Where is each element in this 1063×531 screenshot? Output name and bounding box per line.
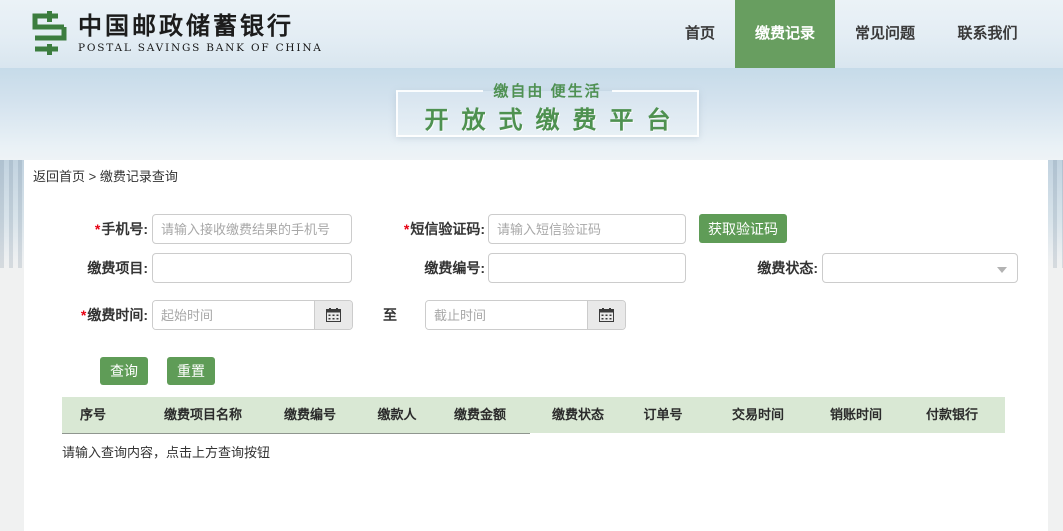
banner-legend-line-left xyxy=(396,90,483,92)
table-column-header: 缴费状态 xyxy=(552,397,604,433)
form-row-project-billno-status: 缴费项目: 缴费编号: 缴费状态: xyxy=(24,253,1048,283)
search-button[interactable]: 查询 xyxy=(100,357,148,385)
empty-state-message: 请输入查询内容，点击上方查询按钮 xyxy=(62,442,270,461)
results-table-header: 序号 缴费项目名称 缴费编号 缴款人 缴费金额 缴费状态 订单号 交易时间 销账时间 付款银行 xyxy=(62,397,1005,433)
phone-input[interactable] xyxy=(152,214,352,244)
nav-item[interactable]: 首页 xyxy=(665,0,735,68)
bank-name-cn: 中国邮政储蓄银行 xyxy=(78,13,323,39)
banner-legend-line-right xyxy=(612,90,699,92)
form-row-time: *缴费时间: 至 xyxy=(24,300,1048,330)
table-column-header: 销账时间 xyxy=(830,397,882,433)
nav-item[interactable]: 缴费记录 xyxy=(735,0,835,68)
reset-button[interactable]: 重置 xyxy=(167,357,215,385)
end-time-input[interactable] xyxy=(426,301,587,329)
banner-slogan-text: 缴自由 便生活 xyxy=(483,80,611,101)
status-label: 缴费状态: xyxy=(678,253,818,283)
table-column-header: 缴费项目名称 xyxy=(164,397,242,433)
bank-logo[interactable]: 中国邮政储蓄银行 POSTAL SAVINGS BANK OF CHINA xyxy=(28,11,323,55)
project-input[interactable] xyxy=(152,253,352,283)
required-asterisk: * xyxy=(81,307,86,323)
sms-code-label-text: 短信验证码: xyxy=(410,221,485,237)
required-asterisk: * xyxy=(95,221,100,237)
bill-no-input[interactable] xyxy=(488,253,686,283)
nav-item[interactable]: 联系我们 xyxy=(935,0,1040,68)
table-column-header: 交易时间 xyxy=(732,397,784,433)
get-sms-code-button[interactable]: 获取验证码 xyxy=(699,214,787,243)
top-header: 中国邮政储蓄银行 POSTAL SAVINGS BANK OF CHINA 首页… xyxy=(0,0,1063,68)
time-label: *缴费时间: xyxy=(24,300,148,330)
form-row-phone-sms: *手机号: *短信验证码: 获取验证码 xyxy=(24,214,1048,244)
start-time-group xyxy=(152,300,353,330)
hero-banner: 缴自由 便生活 开放式缴费平台 xyxy=(0,68,1063,160)
breadcrumb-current: 缴费记录查询 xyxy=(100,169,178,184)
phone-label: *手机号: xyxy=(24,214,148,244)
end-time-calendar-button[interactable] xyxy=(587,301,625,329)
required-asterisk: * xyxy=(404,221,409,237)
nav-item[interactable]: 常见问题 xyxy=(835,0,935,68)
breadcrumb-back-link[interactable]: 返回首页 xyxy=(33,169,85,184)
table-column-header: 缴费编号 xyxy=(284,397,336,433)
table-column-header: 缴费金额 xyxy=(454,397,506,433)
table-header-underline xyxy=(62,433,530,434)
calendar-icon xyxy=(599,308,614,322)
bank-logo-text: 中国邮政储蓄银行 POSTAL SAVINGS BANK OF CHINA xyxy=(78,13,323,54)
end-time-group xyxy=(425,300,626,330)
main-nav: 首页缴费记录常见问题联系我们 xyxy=(665,0,1040,68)
time-to-label: 至 xyxy=(383,300,397,330)
banner-legend: 缴自由 便生活 xyxy=(396,80,699,101)
banner-title: 开放式缴费平台 xyxy=(398,100,697,135)
sms-code-input[interactable] xyxy=(488,214,686,244)
table-column-header: 付款银行 xyxy=(926,397,978,433)
project-label: 缴费项目: xyxy=(24,253,148,283)
start-time-calendar-button[interactable] xyxy=(314,301,352,329)
bank-name-en: POSTAL SAVINGS BANK OF CHINA xyxy=(78,42,323,54)
banner-slogan-box: 缴自由 便生活 开放式缴费平台 xyxy=(396,91,699,137)
breadcrumb-separator: > xyxy=(85,169,100,184)
breadcrumb: 返回首页 > 缴费记录查询 xyxy=(33,166,178,185)
sms-code-label: *短信验证码: xyxy=(334,214,485,244)
chevron-down-icon xyxy=(997,267,1007,273)
table-column-header: 订单号 xyxy=(643,397,682,433)
bill-no-label: 缴费编号: xyxy=(334,253,485,283)
payment-status-select[interactable] xyxy=(822,253,1018,283)
phone-label-text: 手机号: xyxy=(101,221,148,237)
start-time-input[interactable] xyxy=(153,301,314,329)
table-column-header: 序号 xyxy=(80,397,106,433)
calendar-icon xyxy=(326,308,341,322)
form-actions: 查询 重置 xyxy=(24,357,1048,385)
time-label-text: 缴费时间: xyxy=(87,307,148,323)
content-panel: 返回首页 > 缴费记录查询 *手机号: *短信验证码: 获取验证码 缴费项目: … xyxy=(24,160,1048,531)
postal-bank-emblem-icon xyxy=(28,11,70,55)
table-column-header: 缴款人 xyxy=(377,397,416,433)
